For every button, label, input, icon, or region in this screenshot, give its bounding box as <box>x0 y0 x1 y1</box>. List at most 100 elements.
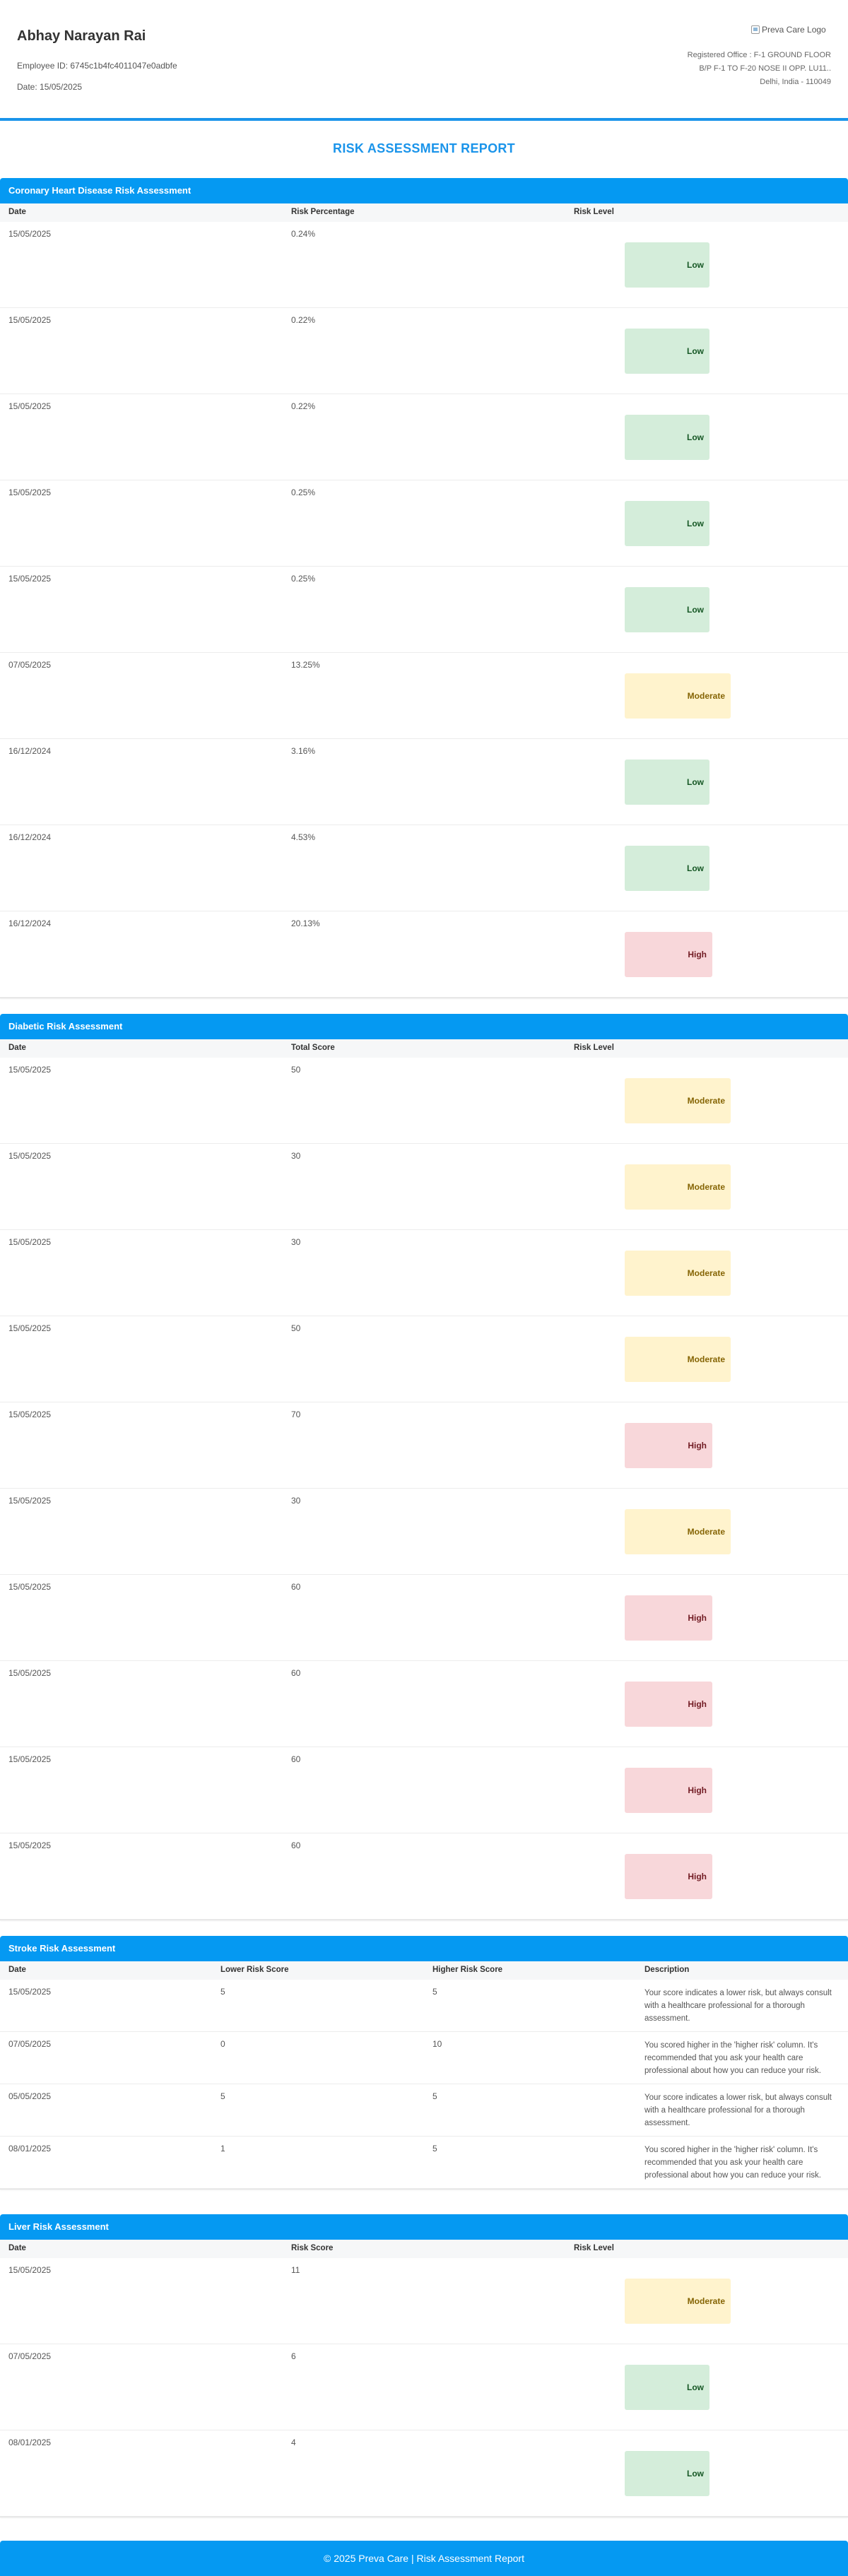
column-header: Risk Score <box>291 2244 334 2252</box>
date-cell: 16/12/2024 <box>8 918 52 928</box>
date-cell: 16/12/2024 <box>8 746 52 756</box>
description-cell: You scored higher in the 'higher risk' c… <box>644 2041 821 2075</box>
date-cell: 15/05/2025 <box>8 2265 52 2275</box>
risk-level-badge: Moderate <box>625 1164 731 1210</box>
lower-score-cell: 1 <box>220 2144 225 2153</box>
stroke-risk-section: Stroke Risk Assessment Date Lower Risk S… <box>0 1936 848 2190</box>
section-title: Coronary Heart Disease Risk Assessment <box>0 178 848 203</box>
diabetic-risk-section: Diabetic Risk Assessment Date Total Scor… <box>0 1014 848 1920</box>
report-date: Date: 15/05/2025 <box>17 82 83 92</box>
table-row: 15/05/2025 60 High <box>0 1833 848 1920</box>
table-row: 08/01/2025 1 5 You scored higher in the 'hi… <box>0 2137 848 2189</box>
higher-score-cell: 5 <box>432 2091 437 2101</box>
value-cell: 50 <box>291 1065 301 1075</box>
description-cell: Your score indicates a lower risk, but a… <box>644 2093 832 2127</box>
value-cell: 20.13% <box>291 918 320 928</box>
table-row: 07/05/2025 0 10 You scored higher in the 'h… <box>0 2032 848 2084</box>
table-row: 16/12/2024 4.53% Low <box>0 825 848 911</box>
table-row: 07/05/2025 6 Low <box>0 2344 848 2430</box>
date-cell: 15/05/2025 <box>8 1410 52 1419</box>
date-cell: 15/05/2025 <box>8 1323 52 1333</box>
value-cell: 60 <box>291 1754 301 1764</box>
value-cell: 13.25% <box>291 660 320 670</box>
column-header: Date <box>8 208 26 216</box>
table-row: 15/05/2025 50 Moderate <box>0 1316 848 1402</box>
risk-level-badge: High <box>625 1854 712 1899</box>
higher-score-cell: 5 <box>432 1987 437 1997</box>
value-cell: 0.22% <box>291 315 316 325</box>
date-cell: 15/05/2025 <box>8 1841 52 1850</box>
date-cell: 15/05/2025 <box>8 1668 52 1678</box>
address-line-1: Registered Office : F-1 GROUND FLOOR <box>687 51 831 59</box>
table-row: 08/01/2025 4 Low <box>0 2430 848 2517</box>
date-cell: 07/05/2025 <box>8 660 52 670</box>
liver-risk-section: Liver Risk Assessment Date Risk Score Ri… <box>0 2214 848 2517</box>
value-cell: 11 <box>291 2265 300 2275</box>
value-cell: 0.25% <box>291 488 316 497</box>
column-header: Risk Level <box>574 208 614 216</box>
company-logo-alt: Preva Care Logo <box>762 25 826 35</box>
risk-level-badge: Moderate <box>625 1251 731 1296</box>
date-cell: 15/05/2025 <box>8 401 52 411</box>
risk-level-badge: Moderate <box>625 1078 731 1123</box>
employee-name: Abhay Narayan Rai <box>17 28 146 44</box>
risk-level-badge: High <box>625 1595 712 1641</box>
date-cell: 15/05/2025 <box>8 1987 52 1997</box>
column-header: Date <box>8 1966 26 1974</box>
value-cell: 6 <box>291 2351 296 2361</box>
date-cell: 15/05/2025 <box>8 574 52 584</box>
table-row: 05/05/2025 5 5 Your score indicates a lower… <box>0 2084 848 2137</box>
date-cell: 07/05/2025 <box>8 2351 52 2361</box>
table-row: 07/05/2025 13.25% Moderate <box>0 653 848 739</box>
report-title: RISK ASSESSMENT REPORT <box>333 141 515 155</box>
date-cell: 15/05/2025 <box>8 315 52 325</box>
table-row: 16/12/2024 20.13% High <box>0 911 848 998</box>
date-cell: 15/05/2025 <box>8 1496 52 1506</box>
table-row: 15/05/2025 0.25% Low <box>0 480 848 567</box>
risk-level-badge: Low <box>625 587 709 632</box>
risk-level-badge: High <box>625 1423 712 1468</box>
lower-score-cell: 0 <box>220 2039 225 2049</box>
table-header: Date Risk Percentage Risk Level <box>0 203 848 222</box>
value-cell: 30 <box>291 1237 301 1247</box>
value-cell: 30 <box>291 1151 301 1161</box>
table-row: 15/05/2025 0.25% Low <box>0 567 848 653</box>
section-title: Liver Risk Assessment <box>0 2214 848 2240</box>
risk-level-badge: Low <box>625 242 709 288</box>
table-row: 15/05/2025 30 Moderate <box>0 1144 848 1230</box>
value-cell: 60 <box>291 1668 301 1678</box>
address-line-2: B/P F-1 TO F-20 NOSE II OPP. LU11.. <box>699 64 831 73</box>
date-cell: 07/05/2025 <box>8 2039 52 2049</box>
table-row: 15/05/2025 30 Moderate <box>0 1489 848 1575</box>
table-row: 15/05/2025 70 High <box>0 1402 848 1489</box>
table-row: 15/05/2025 60 High <box>0 1747 848 1833</box>
value-cell: 0.25% <box>291 574 316 584</box>
risk-level-badge: Low <box>625 846 709 891</box>
column-header: Total Score <box>291 1044 335 1052</box>
column-header: Description <box>644 1966 690 1974</box>
column-header: Risk Level <box>574 2244 614 2252</box>
risk-level-badge: Low <box>625 2365 709 2410</box>
value-cell: 0.24% <box>291 229 316 239</box>
table-row: 15/05/2025 0.24% Low <box>0 222 848 308</box>
table-row: 15/05/2025 0.22% Low <box>0 308 848 394</box>
date-cell: 15/05/2025 <box>8 229 52 239</box>
chd-risk-section: Coronary Heart Disease Risk Assessment D… <box>0 178 848 998</box>
column-header: Date <box>8 1044 26 1052</box>
report-header: Abhay Narayan Rai Employee ID: 6745c1b4f… <box>0 0 848 120</box>
risk-level-badge: Low <box>625 760 709 805</box>
table-row: 15/05/2025 60 High <box>0 1661 848 1747</box>
date-cell: 15/05/2025 <box>8 1582 52 1592</box>
value-cell: 4 <box>291 2438 296 2447</box>
risk-level-badge: Low <box>625 415 709 460</box>
table-row: 15/05/2025 50 Moderate <box>0 1058 848 1144</box>
table-row: 15/05/2025 30 Moderate <box>0 1230 848 1316</box>
risk-level-badge: High <box>625 932 712 977</box>
date-cell: 16/12/2024 <box>8 832 52 842</box>
lower-score-cell: 5 <box>220 2091 225 2101</box>
risk-level-badge: Low <box>625 2451 709 2496</box>
risk-level-badge: Moderate <box>625 1509 731 1554</box>
value-cell: 70 <box>291 1410 301 1419</box>
column-header: Risk Percentage <box>291 208 355 216</box>
value-cell: 50 <box>291 1323 301 1333</box>
